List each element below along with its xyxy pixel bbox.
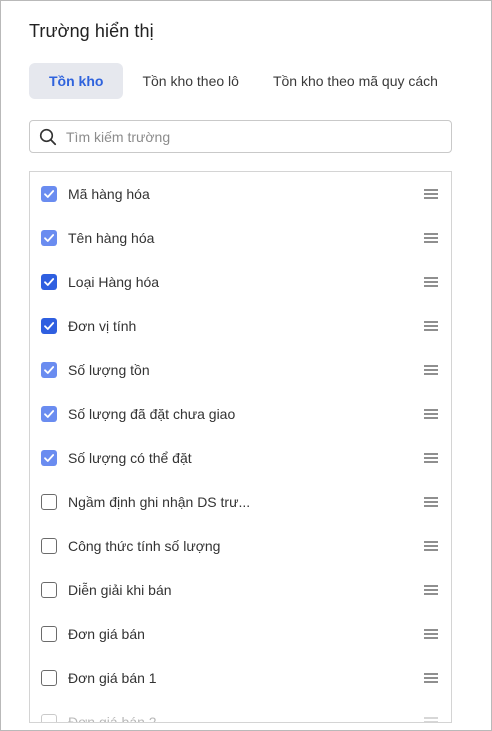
field-checkbox[interactable] (41, 318, 57, 334)
search-icon (39, 128, 57, 146)
drag-handle-icon[interactable] (424, 629, 438, 639)
field-label: Mã hàng hóa (68, 186, 150, 202)
field-row[interactable]: Số lượng đã đặt chưa giao (30, 392, 451, 436)
field-label: Công thức tính số lượng (68, 538, 221, 554)
drag-handle-icon[interactable] (424, 365, 438, 375)
field-checkbox[interactable] (41, 406, 57, 422)
field-label: Số lượng có thể đặt (68, 450, 192, 466)
check-icon (44, 322, 55, 330)
drag-handle-icon[interactable] (424, 541, 438, 551)
field-checkbox[interactable] (41, 714, 57, 722)
check-icon (44, 190, 55, 198)
field-checkbox[interactable] (41, 450, 57, 466)
tab-bar: Tồn kho Tồn kho theo lô Tồn kho theo mã … (29, 63, 455, 99)
field-row[interactable]: Đơn giá bán (30, 612, 451, 656)
field-checkbox[interactable] (41, 362, 57, 378)
field-row[interactable]: Mã hàng hóa (30, 172, 451, 216)
field-row[interactable]: Đơn giá bán 1 (30, 656, 451, 700)
search-input[interactable] (64, 127, 428, 146)
check-icon (44, 366, 55, 374)
field-label: Đơn giá bán (68, 626, 145, 642)
drag-handle-icon[interactable] (424, 321, 438, 331)
field-row[interactable]: Tên hàng hóa (30, 216, 451, 260)
field-list: Mã hàng hóa Tên hàng hóa Loại Hàng hóa Đơn … (29, 171, 452, 723)
panel-title: Trường hiển thị (29, 21, 154, 41)
check-icon (44, 410, 55, 418)
field-row[interactable]: Đơn vị tính (30, 304, 451, 348)
field-checkbox[interactable] (41, 274, 57, 290)
field-label: Số lượng đã đặt chưa giao (68, 406, 236, 422)
field-label: Diễn giải khi bán (68, 582, 172, 598)
tab-ton-kho-theo-ma-quy-cach[interactable]: Tồn kho theo mã quy cách (256, 63, 455, 99)
field-label: Đơn giá bán 2 (68, 714, 157, 723)
drag-handle-icon[interactable] (424, 277, 438, 287)
field-label: Đơn giá bán 1 (68, 670, 157, 686)
check-icon (44, 234, 55, 242)
drag-handle-icon[interactable] (424, 189, 438, 199)
drag-handle-icon[interactable] (424, 497, 438, 507)
tab-ton-kho-theo-lo[interactable]: Tồn kho theo lô (125, 63, 256, 99)
check-icon (44, 454, 55, 462)
field-row[interactable]: Công thức tính số lượng (30, 524, 451, 568)
field-label: Ngầm định ghi nhận DS trư... (68, 494, 251, 510)
check-icon (44, 278, 55, 286)
field-checkbox[interactable] (41, 626, 57, 642)
field-checkbox[interactable] (41, 538, 57, 554)
display-fields-panel: Trường hiển thị Tồn kho Tồn kho theo lô … (0, 0, 492, 731)
field-checkbox[interactable] (41, 494, 57, 510)
drag-handle-icon[interactable] (424, 409, 438, 419)
field-label: Tên hàng hóa (68, 230, 155, 246)
drag-handle-icon[interactable] (424, 585, 438, 595)
field-checkbox[interactable] (41, 186, 57, 202)
field-row[interactable]: Số lượng tồn (30, 348, 451, 392)
field-label: Loại Hàng hóa (68, 274, 160, 290)
field-checkbox[interactable] (41, 670, 57, 686)
drag-handle-icon[interactable] (424, 233, 438, 243)
field-label: Đơn vị tính (68, 318, 137, 334)
field-label: Số lượng tồn (68, 362, 150, 378)
field-row[interactable]: Diễn giải khi bán (30, 568, 451, 612)
search-box (29, 120, 452, 153)
field-checkbox[interactable] (41, 230, 57, 246)
field-row[interactable]: Loại Hàng hóa (30, 260, 451, 304)
drag-handle-icon[interactable] (424, 717, 438, 722)
drag-handle-icon[interactable] (424, 673, 438, 683)
field-row[interactable]: Ngầm định ghi nhận DS trư... (30, 480, 451, 524)
tab-ton-kho[interactable]: Tồn kho (29, 63, 124, 99)
field-row[interactable]: Đơn giá bán 2 (30, 700, 451, 723)
drag-handle-icon[interactable] (424, 453, 438, 463)
field-row[interactable]: Số lượng có thể đặt (30, 436, 451, 480)
field-checkbox[interactable] (41, 582, 57, 598)
